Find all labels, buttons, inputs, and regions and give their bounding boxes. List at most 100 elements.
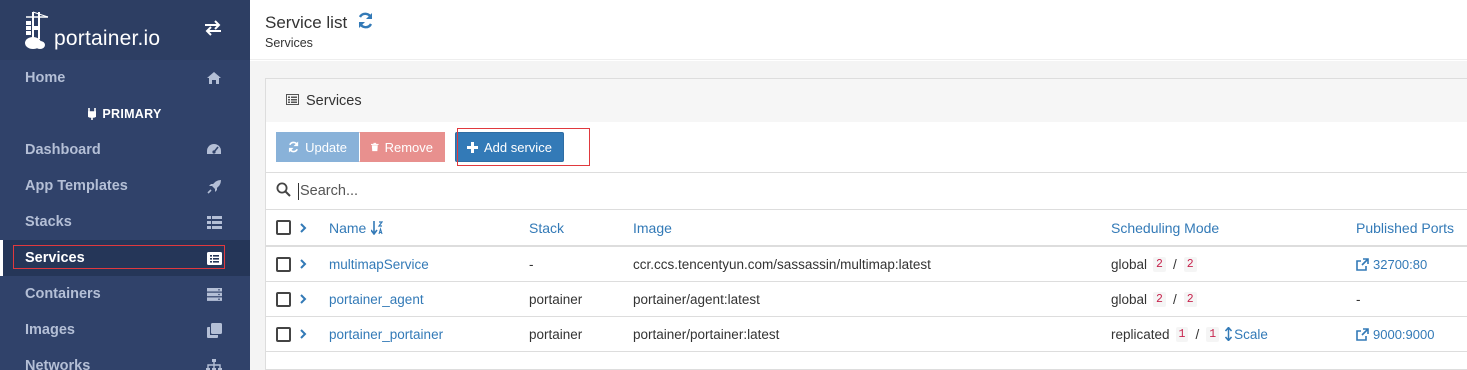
page-title-text: Service list [265, 13, 348, 32]
scheduling-mode: global [1111, 256, 1148, 272]
clone-icon [206, 322, 222, 338]
column-header-published-ports[interactable]: Published Ports [1356, 210, 1454, 245]
scheduling-mode-cell: global 2 / 2 [1111, 282, 1199, 316]
sidebar-item-images[interactable]: Images [0, 312, 250, 348]
published-port: 32700:80 [1373, 256, 1428, 272]
sort-alpha-icon [371, 220, 384, 235]
service-name-link[interactable]: portainer_agent [329, 282, 424, 316]
column-header-image[interactable]: Image [633, 210, 672, 245]
refresh-icon [288, 141, 299, 153]
column-header-name[interactable]: Name [329, 210, 384, 245]
sidebar-item-label: Networks [25, 358, 91, 370]
sidebar-item-label: Stacks [25, 214, 72, 230]
sidebar: portainer.io Home PRIMARY Dashboard App … [0, 0, 250, 370]
sidebar-toggle-icon[interactable] [204, 20, 222, 39]
column-header-stack[interactable]: Stack [529, 210, 564, 245]
service-stack: portainer [529, 326, 583, 342]
sidebar-item-networks[interactable]: Networks [0, 348, 250, 370]
expand-all-cell [299, 210, 307, 245]
sidebar-item-stacks[interactable]: Stacks [0, 204, 250, 240]
count-separator: / [1195, 326, 1200, 342]
row-expand-cell [299, 247, 307, 281]
search-bar [266, 172, 1467, 210]
trash-icon [371, 142, 379, 152]
chevron-right-icon[interactable] [299, 294, 307, 304]
scale-link[interactable]: Scale [1225, 327, 1268, 342]
portainer-logo[interactable]: portainer.io [24, 9, 160, 51]
row-checkbox[interactable] [276, 256, 291, 272]
server-icon [206, 286, 222, 302]
table-icon [286, 93, 299, 109]
sidebar-item-label: App Templates [25, 178, 128, 194]
highlight-box [457, 128, 590, 166]
count-separator: / [1172, 291, 1177, 307]
service-image: portainer/portainer:latest [633, 326, 780, 342]
sidebar-item-containers[interactable]: Containers [0, 276, 250, 312]
service-stack: portainer [529, 291, 583, 307]
desired-count: 1 [1206, 326, 1220, 342]
brand-name: portainer.io [54, 27, 161, 50]
published-port-link[interactable]: 32700:80 [1356, 247, 1427, 281]
service-name-link[interactable]: portainer_portainer [329, 317, 443, 351]
refresh-icon[interactable] [357, 12, 374, 34]
th-list-icon [206, 214, 222, 230]
published-port: - [1356, 291, 1361, 307]
external-link-icon [1356, 257, 1369, 271]
search-input[interactable] [300, 183, 700, 199]
scheduling-mode-cell: replicated 1 / 1 Scale [1111, 317, 1268, 351]
sidebar-item-app-templates[interactable]: App Templates [0, 168, 250, 204]
running-count: 1 [1175, 326, 1189, 342]
brand-bar: portainer.io [0, 0, 250, 60]
row-checkbox[interactable] [276, 291, 291, 307]
sidebar-item-label: Containers [25, 286, 101, 302]
sidebar-item-label: Dashboard [25, 142, 101, 158]
select-all-cell [276, 210, 291, 245]
rocket-icon [206, 178, 222, 194]
column-header-scheduling-mode[interactable]: Scheduling Mode [1111, 210, 1219, 245]
sidebar-item-dashboard[interactable]: Dashboard [0, 132, 250, 168]
main-content: Services Update Remove Add service Searc… [250, 61, 1467, 370]
endpoint-name: PRIMARY [0, 96, 250, 132]
service-image: portainer/agent:latest [633, 291, 760, 307]
table-row: portainer_agent portainer portainer/agen… [266, 282, 1467, 317]
plug-icon [88, 108, 97, 120]
sidebar-item-services[interactable]: Services [0, 240, 250, 276]
sitemap-icon [206, 358, 222, 370]
sidebar-item-label: Home [25, 70, 66, 86]
running-count: 2 [1153, 291, 1166, 307]
column-header-name-label: Name [329, 219, 367, 236]
published-port: 9000:9000 [1373, 326, 1435, 342]
service-image: ccr.ccs.tencentyun.com/sassassin/multima… [633, 256, 931, 272]
widget-title: Services [306, 92, 362, 109]
scheduling-mode: replicated [1111, 326, 1170, 342]
arrows-v-icon [1225, 327, 1233, 341]
chevron-right-icon[interactable] [299, 329, 307, 339]
running-count: 2 [1153, 256, 1166, 272]
external-link-icon [1356, 327, 1369, 341]
active-indicator [0, 240, 3, 276]
chevron-right-icon[interactable] [299, 222, 307, 233]
sidebar-item-home[interactable]: Home [0, 60, 250, 96]
portainer-logo-icon [25, 11, 49, 49]
scheduling-mode: global [1111, 291, 1148, 307]
desired-count: 2 [1183, 291, 1197, 307]
page-header: Service list Services [250, 0, 1467, 60]
service-stack: - [529, 256, 534, 272]
search-icon [276, 182, 291, 200]
update-button[interactable]: Update [276, 132, 359, 162]
row-expand-cell [299, 282, 307, 316]
published-port-link[interactable]: 9000:9000 [1356, 317, 1434, 351]
remove-button[interactable]: Remove [359, 132, 445, 162]
table-header-row: Name Stack Image Scheduling Mode Publish… [266, 210, 1467, 247]
select-all-checkbox[interactable] [276, 220, 291, 235]
table-row: multimapService - ccr.ccs.tencentyun.com… [266, 247, 1467, 282]
chevron-right-icon[interactable] [299, 259, 307, 269]
services-widget: Services Update Remove Add service Searc… [265, 78, 1467, 370]
service-name-link[interactable]: multimapService [329, 247, 429, 281]
table-row: portainer_portainer portainer portainer/… [266, 317, 1467, 352]
home-icon [206, 70, 222, 86]
row-select-cell [276, 247, 291, 281]
tachometer-icon [206, 142, 222, 158]
row-checkbox[interactable] [276, 326, 291, 342]
text-caret [298, 182, 299, 200]
